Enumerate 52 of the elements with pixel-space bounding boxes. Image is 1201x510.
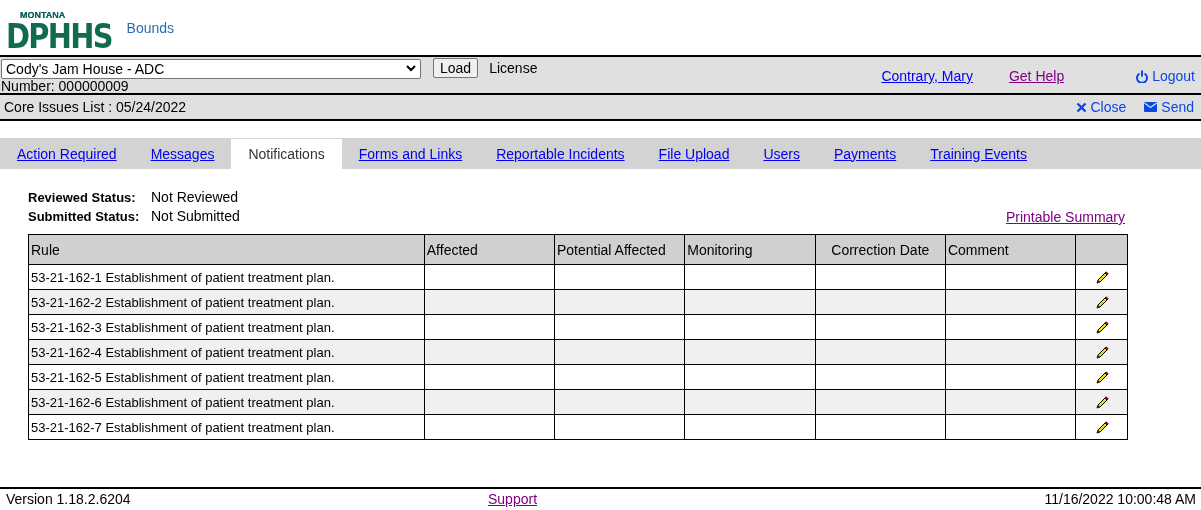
tab[interactable]: Payments [817,138,914,169]
load-button[interactable]: Load [433,58,479,78]
tab[interactable]: Notifications [231,139,342,169]
pencil-icon[interactable] [1094,320,1109,335]
column-header: Rule [28,234,425,265]
table-cell: 53-21-162-5 Establishment of patient treatment plan. [28,364,425,390]
tab[interactable]: Users [746,138,817,169]
column-header: Correction Date [815,234,946,265]
timestamp: 11/16/2022 10:00:48 AM [1044,490,1196,507]
app-name: Bounds [126,20,175,36]
license-label: License [489,60,538,76]
user-link[interactable]: Contrary, Mary [881,68,973,84]
printable-summary-link[interactable]: Printable Summary [1005,209,1125,225]
tab[interactable]: Forms and Links [341,138,480,169]
tab[interactable]: Messages [133,138,232,169]
pencil-icon[interactable] [1094,345,1109,360]
license-number: Number: 000000009 [1,79,130,93]
pencil-icon[interactable] [1094,295,1109,310]
power-icon [1136,69,1149,83]
facility-select[interactable]: Cody's Jam House - ADC [1,58,421,79]
table-cell: 53-21-162-4 Establishment of patient treatment plan. [28,339,425,365]
help-link[interactable]: Get Help [1008,68,1065,84]
close-link[interactable]: Close [1075,99,1127,115]
table-cell: 53-21-162-2 Establishment of patient treatment plan. [28,289,425,315]
table-cell: 53-21-162-6 Establishment of patient treatment plan. [28,389,425,415]
caret-icon [406,65,416,72]
list-title: Core Issues List : 05/24/2022 [4,99,187,115]
pencil-icon[interactable] [1094,370,1109,385]
status-label: Submitted Status: [28,208,141,226]
table-cell: 53-21-162-1 Establishment of patient treatment plan. [28,264,425,290]
table-cell: 53-21-162-7 Establishment of patient treatment plan. [28,414,425,440]
column-header: Comment [945,234,1076,265]
status-value: Not Submitted [151,207,240,226]
status-value: Not Reviewed [151,188,239,207]
tab[interactable]: Training Events [913,138,1044,169]
close-icon [1075,101,1087,113]
envelope-icon [1144,102,1158,112]
version-text: Version 1.18.2.6204 [6,490,131,507]
status-label: Reviewed Status: [28,189,137,207]
pencil-icon[interactable] [1094,270,1109,285]
column-header: Affected [424,234,555,265]
table-cell: 53-21-162-3 Establishment of patient treatment plan. [28,314,425,340]
support-link[interactable]: Support [488,490,538,507]
tab[interactable]: Action Required [0,138,134,169]
logout-link[interactable]: Logout [1136,68,1195,84]
pencil-icon[interactable] [1094,395,1109,410]
column-header: Monitoring [684,234,816,265]
pencil-icon[interactable] [1094,420,1109,435]
tab[interactable]: File Upload [641,138,747,169]
column-header: Potential Affected [554,234,685,265]
tab[interactable]: Reportable Incidents [479,138,642,169]
send-link[interactable]: Send [1144,99,1194,115]
